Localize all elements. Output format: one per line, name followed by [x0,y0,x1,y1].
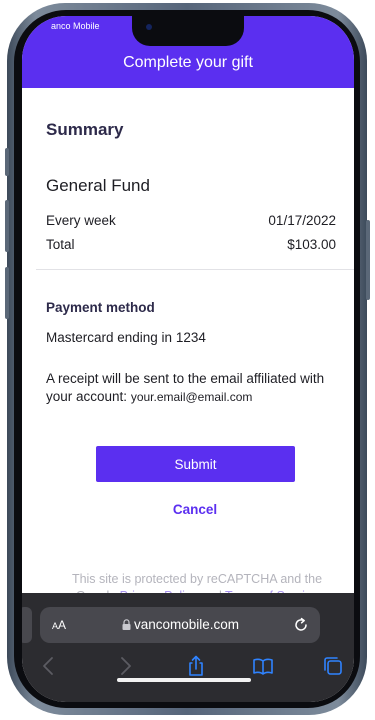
mute-switch [5,148,9,176]
lock-icon [122,619,131,630]
forward-icon[interactable] [114,655,136,677]
account-email: your.email@email.com [130,390,253,404]
notch [132,16,244,46]
bookmarks-icon[interactable] [252,655,274,677]
receipt-notice: A receipt will be sent to the email affi… [46,370,326,406]
frequency-row: Every week 01/17/2022 [46,213,336,228]
payment-card-text: Mastercard ending in 1234 [46,330,206,345]
previous-tab-preview[interactable] [22,607,32,643]
cancel-button[interactable]: Cancel [22,502,354,517]
submit-button[interactable]: Submit [96,446,295,482]
aa-large: A [58,618,67,632]
address-bar[interactable]: AA vancomobile.com [40,607,320,643]
power-button [366,220,370,300]
fund-name: General Fund [46,176,150,195]
back-icon[interactable] [38,655,60,677]
phone-screen: anco Mobile Complete your gift Summary G… [22,16,354,702]
summary-heading: Summary [46,120,124,139]
total-label: Total [46,237,75,252]
share-icon[interactable] [185,655,207,677]
reload-icon[interactable] [292,616,310,634]
section-divider [36,269,354,270]
frequency-label: Every week [46,213,116,228]
total-row: Total $103.00 [46,237,336,252]
volume-up-button [5,200,9,252]
payment-method-heading: Payment method [46,300,155,315]
camera-icon [146,24,152,30]
gift-date: 01/17/2022 [268,213,336,228]
url-display[interactable]: vancomobile.com [122,617,239,632]
tabs-icon[interactable] [322,655,344,677]
status-app-name: anco Mobile [51,21,100,31]
page-title: Complete your gift [123,54,253,71]
reader-options-button[interactable]: AA [52,618,66,632]
url-text: vancomobile.com [134,617,240,632]
home-indicator [117,678,251,682]
safari-toolbar: AA vancomobile.com [22,593,354,702]
total-value: $103.00 [287,237,336,252]
volume-down-button [5,267,9,319]
